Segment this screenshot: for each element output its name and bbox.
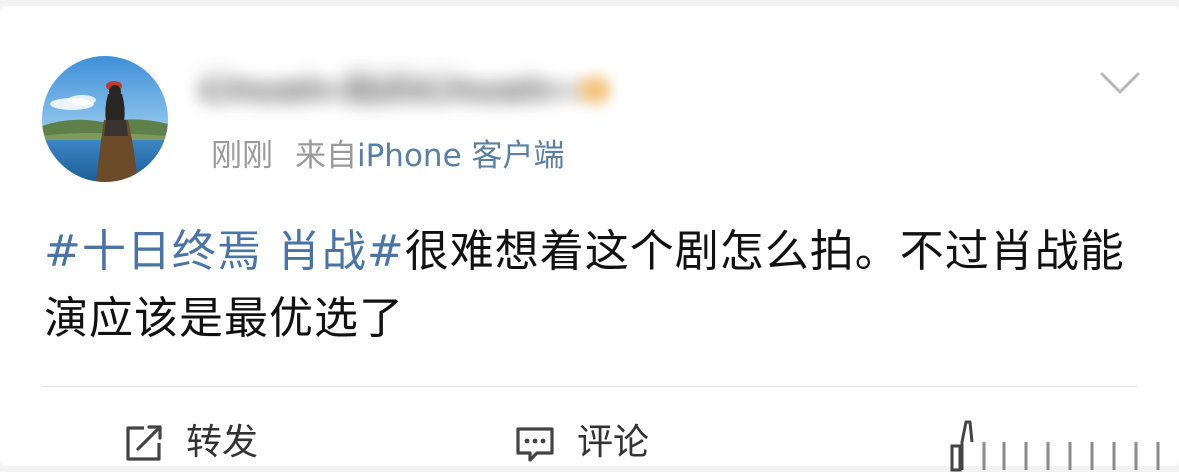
comment-label: 评论 <box>577 422 650 463</box>
repost-label: 转发 <box>186 422 259 463</box>
username[interactable]: Chuah 我的Chuah <box>200 70 550 110</box>
repost-button[interactable]: 转发 <box>122 420 258 466</box>
chevron-down-icon[interactable] <box>1098 68 1142 98</box>
like-button[interactable] <box>944 416 1179 472</box>
avatar-image <box>42 56 168 182</box>
hashtag-link[interactable]: #十日终焉 肖战# <box>44 226 405 277</box>
like-thumb-icon <box>950 420 1160 472</box>
post-meta: 刚刚 来自iPhone 客户端 <box>211 136 565 176</box>
post-timestamp: 刚刚 <box>211 138 273 174</box>
avatar[interactable] <box>42 56 168 182</box>
weibo-post-card: Chuah 我的Chuah 刚刚 来自iPhone 客户端 #十日终焉 肖战#很难… <box>0 6 1179 472</box>
comment-button[interactable]: 评论 <box>513 420 649 466</box>
share-edit-icon <box>126 425 162 461</box>
post-text: #十日终焉 肖战#很难想着这个剧怎么拍。不过肖战能演应该是最优选了 <box>44 218 1139 352</box>
source-client-link[interactable]: iPhone 客户端 <box>357 138 565 174</box>
comment-bubble-icon <box>516 427 554 462</box>
divider <box>42 386 1137 387</box>
source-prefix: 来自 <box>295 138 357 174</box>
